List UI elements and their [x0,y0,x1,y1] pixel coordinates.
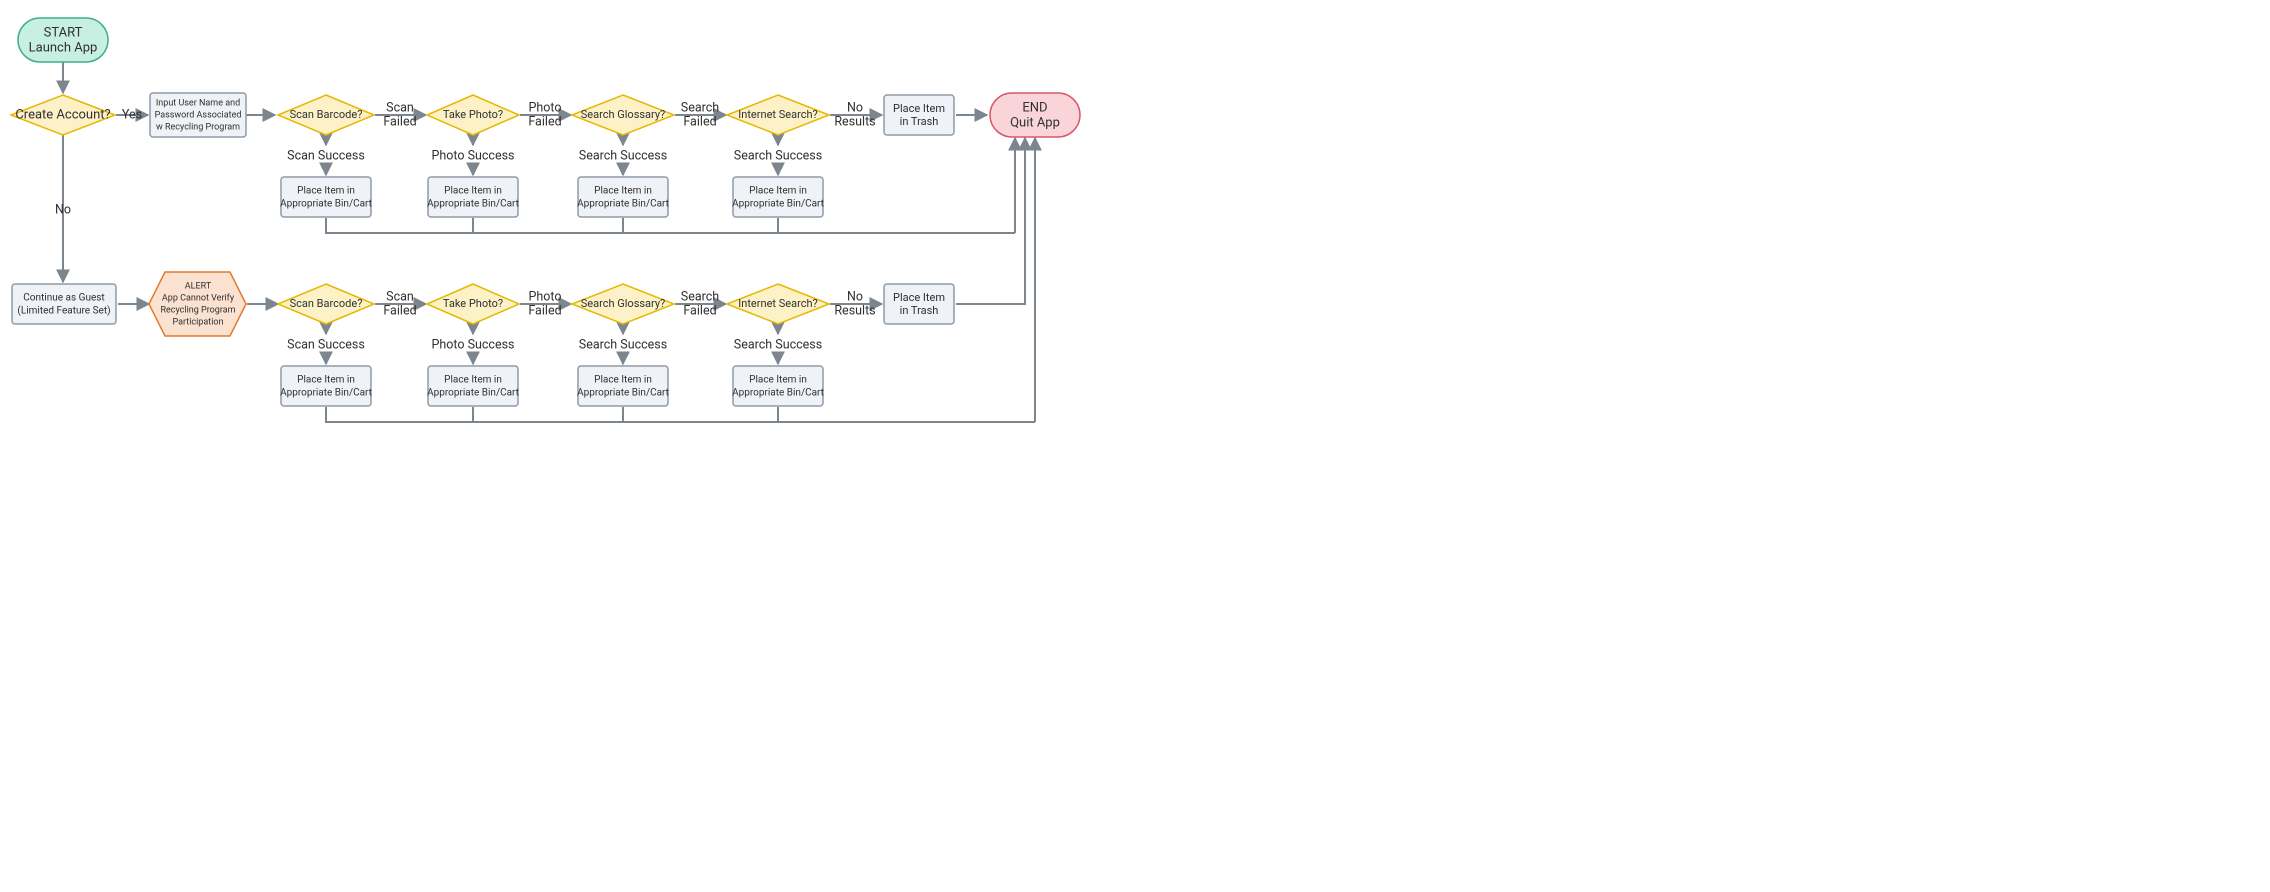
svg-text:Place Item in: Place Item in [297,186,355,197]
svg-text:Scan Barcode?: Scan Barcode? [290,108,363,121]
svg-text:Place Item in: Place Item in [749,375,807,386]
edge-bin2-bus-a [326,407,1035,422]
svg-text:Internet Search?: Internet Search? [738,297,817,310]
node-internet-search-2: Internet Search? [727,284,829,324]
edge-label-searchsuccess-2b: Search Success [734,337,822,352]
svg-text:END: END [1022,100,1047,115]
svg-text:in Trash: in Trash [900,304,939,317]
edge-label-searchsuccess-1b: Search Success [734,148,822,163]
edge-label-noresults-2a: No [847,289,863,304]
svg-text:Create Account?: Create Account? [15,107,110,122]
node-place-bin-1a: Place Item in Appropriate Bin/Cart [280,177,372,217]
node-place-bin-2c: Place Item in Appropriate Bin/Cart [577,366,669,406]
edge-label-no: No [55,202,71,217]
node-search-glossary-1: Search Glossary? [572,95,674,135]
svg-text:Scan Barcode?: Scan Barcode? [290,297,363,310]
node-place-trash-2: Place Item in Trash [884,284,954,324]
svg-text:Launch App: Launch App [29,40,98,55]
node-guest: Continue as Guest (Limited Feature Set) [12,284,116,324]
node-alert: ALERT App Cannot Verify Recycling Progra… [149,272,246,336]
svg-text:Appropriate Bin/Cart: Appropriate Bin/Cart [577,199,669,210]
edge-label-noresults-1b: Results [834,114,875,129]
svg-text:Place Item in: Place Item in [594,186,652,197]
node-place-bin-1b: Place Item in Appropriate Bin/Cart [427,177,519,217]
node-place-trash-1: Place Item in Trash [884,95,954,135]
node-take-photo-2: Take Photo? [427,284,519,324]
svg-text:Search Glossary?: Search Glossary? [581,297,666,310]
svg-text:Place Item in: Place Item in [444,186,502,197]
svg-text:Password Associated: Password Associated [155,110,242,120]
svg-text:Appropriate Bin/Cart: Appropriate Bin/Cart [280,199,372,210]
edge-label-scanfailed-2b: Failed [383,303,416,318]
edge-label-noresults-2b: Results [834,303,875,318]
svg-text:Place Item: Place Item [893,291,945,304]
edge-label-noresults-1a: No [847,100,863,115]
edge-label-searchsuccess-1a: Search Success [579,148,667,163]
node-create-account: Create Account? [11,95,115,135]
svg-text:w Recycling Program: w Recycling Program [156,122,240,132]
svg-text:Appropriate Bin/Cart: Appropriate Bin/Cart [732,199,824,210]
svg-text:(Limited Feature Set): (Limited Feature Set) [17,305,110,317]
svg-text:Input User Name and: Input User Name and [156,98,240,108]
flowchart-canvas: Yes Scan Failed Photo Failed Search Fail… [0,0,1513,595]
node-take-photo-1: Take Photo? [427,95,519,135]
svg-text:Place Item in: Place Item in [749,186,807,197]
edge-label-photofailed-2b: Failed [528,303,561,318]
svg-text:START: START [44,25,83,40]
edge-label-scanfailed-1b: Failed [383,114,416,129]
node-place-bin-2a: Place Item in Appropriate Bin/Cart [280,366,372,406]
edge-label-scanfailed-1a: Scan [386,100,414,115]
edge-label-photofailed-1a: Photo [529,100,562,115]
svg-text:Appropriate Bin/Cart: Appropriate Bin/Cart [577,388,669,399]
edge-label-photosuccess-1: Photo Success [431,148,514,163]
svg-text:Recycling Program: Recycling Program [160,305,235,315]
node-place-bin-2b: Place Item in Appropriate Bin/Cart [427,366,519,406]
svg-text:in Trash: in Trash [900,115,939,128]
edge-bin1-bus-a [326,218,1015,233]
edge-label-searchfailed-1b: Failed [683,114,716,129]
svg-text:Take Photo?: Take Photo? [443,108,503,121]
svg-text:Place Item in: Place Item in [594,375,652,386]
node-start: START Launch App [18,18,108,62]
node-place-bin-2d: Place Item in Appropriate Bin/Cart [732,366,824,406]
node-place-bin-1c: Place Item in Appropriate Bin/Cart [577,177,669,217]
edge-label-searchfailed-1a: Search [681,100,720,115]
edge-label-scansuccess-1: Scan Success [287,148,365,163]
svg-text:Take Photo?: Take Photo? [443,297,503,310]
node-place-bin-1d: Place Item in Appropriate Bin/Cart [732,177,824,217]
edge-label-photofailed-2a: Photo [529,289,562,304]
svg-text:Appropriate Bin/Cart: Appropriate Bin/Cart [427,388,519,399]
svg-text:Place Item: Place Item [893,102,945,115]
node-input-credentials: Input User Name and Password Associated … [150,93,246,137]
node-internet-search-1: Internet Search? [727,95,829,135]
node-scan-barcode-2: Scan Barcode? [278,284,374,324]
svg-text:Internet Search?: Internet Search? [738,108,817,121]
edge-label-scanfailed-2a: Scan [386,289,414,304]
svg-text:Quit App: Quit App [1010,115,1060,130]
svg-text:Place Item in: Place Item in [444,375,502,386]
edge-label-scansuccess-2: Scan Success [287,337,365,352]
node-end: END Quit App [990,93,1080,137]
svg-text:Participation: Participation [172,317,223,327]
edge-label-photofailed-1b: Failed [528,114,561,129]
node-search-glossary-2: Search Glossary? [572,284,674,324]
svg-text:Place Item in: Place Item in [297,375,355,386]
edge-label-photosuccess-2: Photo Success [431,337,514,352]
node-scan-barcode-1: Scan Barcode? [278,95,374,135]
svg-text:App Cannot Verify: App Cannot Verify [162,293,235,303]
svg-text:Appropriate Bin/Cart: Appropriate Bin/Cart [732,388,824,399]
edge-label-searchfailed-2b: Failed [683,303,716,318]
svg-text:ALERT: ALERT [185,281,212,291]
edge-label-searchsuccess-2a: Search Success [579,337,667,352]
svg-text:Search Glossary?: Search Glossary? [581,108,666,121]
svg-text:Continue as Guest: Continue as Guest [23,293,104,304]
svg-text:Appropriate Bin/Cart: Appropriate Bin/Cart [280,388,372,399]
edge-label-searchfailed-2a: Search [681,289,720,304]
edge-label-yes: Yes [122,107,142,122]
svg-text:Appropriate Bin/Cart: Appropriate Bin/Cart [427,199,519,210]
